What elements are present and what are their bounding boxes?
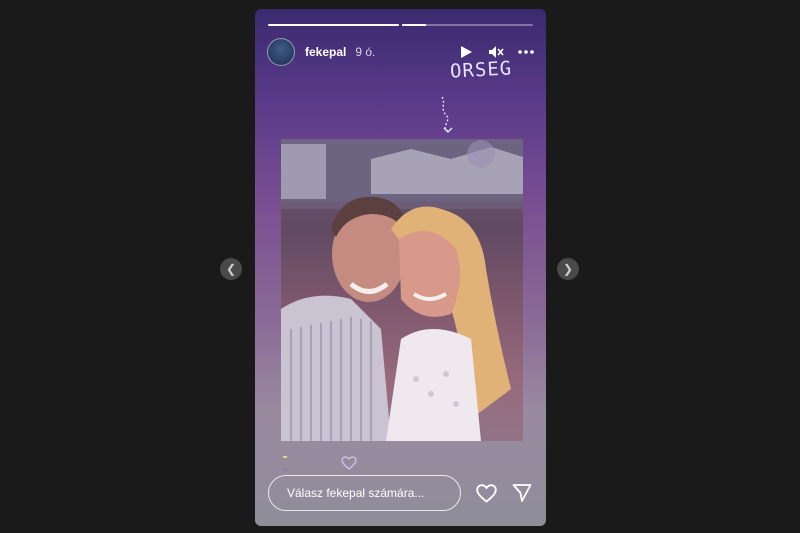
reply-placeholder: Válasz fekepal számára... [287, 486, 425, 500]
story-photo [281, 139, 523, 441]
more-icon [518, 50, 534, 54]
send-icon [512, 484, 532, 502]
avatar[interactable] [267, 38, 295, 66]
post-time: 9 ó. [355, 45, 376, 59]
previous-story-button[interactable]: ❮ [220, 258, 242, 280]
handwritten-sticker: ORSEG [449, 57, 513, 83]
heart-icon [475, 483, 497, 503]
mention-sticker [283, 456, 287, 458]
couple-photo [281, 139, 523, 441]
username[interactable]: fekepal [305, 45, 346, 59]
doodle-arrow-icon [441, 96, 453, 133]
share-button[interactable] [511, 482, 533, 504]
progress-segment [268, 24, 399, 26]
next-story-button[interactable]: ❯ [557, 258, 579, 280]
chevron-left-icon: ❮ [225, 262, 237, 276]
story-footer: Válasz fekepal számára... [268, 474, 533, 512]
play-icon [460, 46, 472, 58]
reply-input[interactable]: Válasz fekepal számára... [268, 475, 461, 511]
story-progress [268, 24, 533, 26]
story-viewer: fekepal 9 ó. ORSEG Válasz fekepal számár… [255, 9, 546, 526]
more-options-button[interactable] [518, 44, 534, 60]
play-button[interactable] [458, 44, 474, 60]
progress-segment [402, 24, 533, 26]
chevron-right-icon: ❯ [562, 262, 574, 276]
progress-fill [402, 24, 426, 26]
like-button[interactable] [475, 482, 497, 504]
heart-outline-sticker-icon [341, 456, 357, 470]
tag-sticker [283, 469, 287, 471]
progress-fill [268, 24, 399, 26]
